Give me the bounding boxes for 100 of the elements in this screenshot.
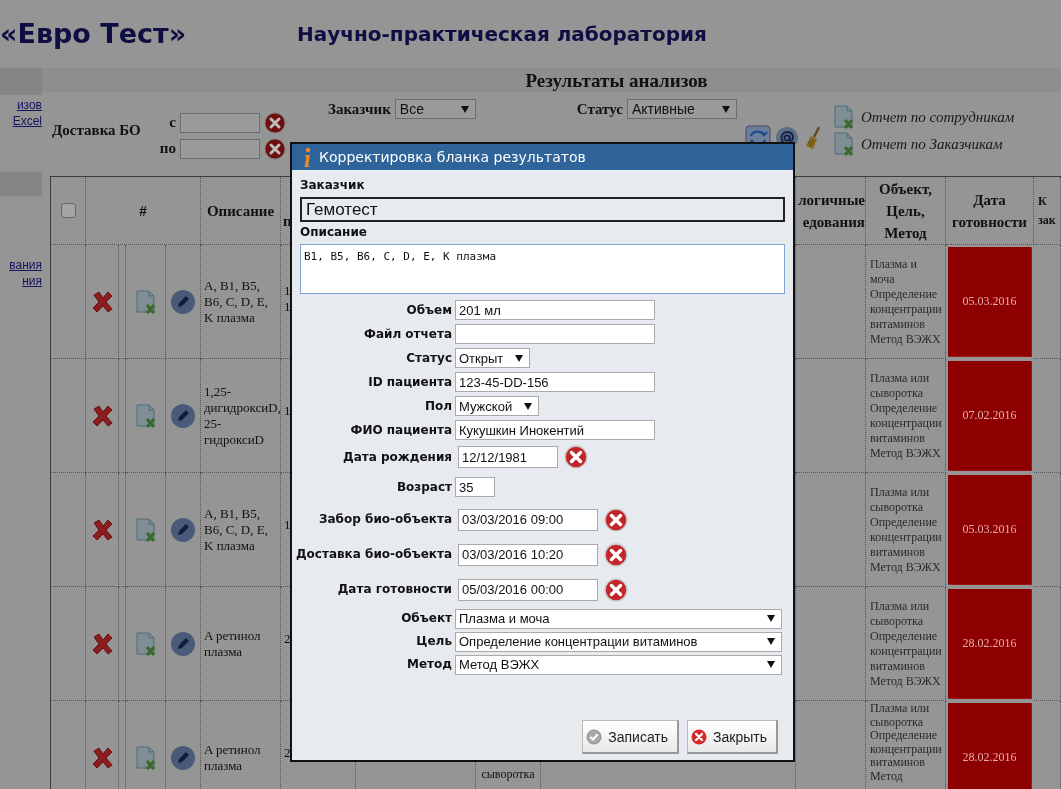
- table-cell: сыворотка: [481, 767, 535, 782]
- delete-icon[interactable]: [90, 517, 114, 542]
- clear-icon[interactable]: [264, 111, 286, 134]
- clear-icon[interactable]: [604, 577, 628, 602]
- spreadsheet-icon[interactable]: [134, 289, 157, 314]
- sidebar-link[interactable]: ния: [22, 274, 42, 289]
- input-field[interactable]: 03/03/2016 10:20: [458, 543, 598, 566]
- close-icon: [691, 728, 708, 745]
- field-label: Заказчик: [300, 178, 366, 193]
- pencil-icon[interactable]: [170, 630, 196, 657]
- spreadsheet-icon[interactable]: [134, 745, 157, 770]
- filter-label: Доставка БО: [52, 122, 142, 139]
- clear-icon[interactable]: [264, 137, 286, 160]
- field-label: ID пациента: [367, 374, 452, 391]
- description-cell-text: A ретинол плазма: [204, 627, 262, 660]
- caret-icon: [722, 105, 730, 113]
- date-cell: 05.03.2016: [948, 475, 1032, 585]
- date-cell: 28.02.2016: [948, 703, 1032, 789]
- description-cell-text: A, B1, B5, B6, C, D, E, K плазма: [204, 505, 269, 554]
- close-button[interactable]: Закрыть: [687, 720, 778, 754]
- info-icon: [302, 146, 312, 168]
- field-label: Метод: [406, 656, 452, 673]
- input-field[interactable]: Кукушкин Инокентий: [455, 420, 655, 440]
- field-label: Цель: [415, 633, 452, 650]
- caret-icon: [767, 661, 775, 668]
- delete-icon[interactable]: [90, 289, 114, 314]
- field-label: Забор био-объекта: [318, 511, 452, 528]
- table-cell: Плазма или сыворотка Определение концентрации витаминов Метод ВЭЖХ: [870, 370, 942, 461]
- field-label: Пол: [423, 398, 452, 415]
- sidebar-link[interactable]: Excel: [12, 114, 42, 129]
- table-cell: 2: [284, 631, 291, 647]
- dropdown[interactable]: Активные: [627, 99, 737, 119]
- filter-label: Статус: [576, 100, 623, 118]
- customer-field: Гемотест: [300, 197, 785, 222]
- dropdown[interactable]: Определение концентрации витаминов: [455, 631, 782, 652]
- description-cell-text: A ретинол плазма: [204, 741, 262, 774]
- description-field[interactable]: B1, B5, B6, C, D, E, K плазма: [300, 244, 785, 294]
- clear-icon[interactable]: [604, 542, 628, 567]
- caret-icon: [524, 402, 533, 410]
- date-cell: 07.02.2016: [948, 361, 1032, 471]
- input-field[interactable]: 05/03/2016 00:00: [458, 578, 598, 601]
- input-field[interactable]: 123-45-DD-156: [455, 372, 655, 392]
- field-label: Файл отчета: [363, 326, 452, 343]
- field-label: Дата готовности: [336, 581, 452, 598]
- caret-icon: [515, 354, 524, 362]
- input-field[interactable]: 201 мл: [455, 300, 655, 320]
- dropdown[interactable]: Все: [394, 99, 476, 119]
- pencil-icon[interactable]: [170, 516, 196, 543]
- spreadsheet-icon[interactable]: [833, 132, 855, 156]
- site-logo: «Евро Тест»: [0, 17, 188, 49]
- broom-icon[interactable]: [803, 125, 823, 150]
- checkbox[interactable]: [60, 203, 76, 218]
- clear-icon[interactable]: [564, 445, 588, 469]
- dropdown[interactable]: Открыт: [455, 348, 531, 368]
- table-cell: 1 1: [284, 283, 291, 315]
- field-label: ФИО пациента: [349, 422, 452, 439]
- section-title: Результаты анализов: [525, 70, 708, 91]
- spreadsheet-icon[interactable]: [134, 517, 157, 542]
- table-cell: Плазма и моча Определение концентрации витаминов Метод ВЭЖХ: [870, 256, 942, 347]
- dropdown[interactable]: Плазма и моча: [455, 608, 782, 629]
- description-cell-text: A, B1, B5, B6, C, D, E, K плазма: [204, 277, 269, 326]
- date-field[interactable]: [180, 138, 260, 159]
- check-icon: [586, 728, 603, 745]
- spreadsheet-icon[interactable]: [833, 105, 855, 129]
- input-field[interactable]: 35: [455, 477, 495, 497]
- table-cell: 1: [284, 517, 291, 533]
- table-cell: 1: [284, 403, 291, 419]
- pencil-icon[interactable]: [170, 288, 196, 315]
- report-link[interactable]: Отчет по сотрудникам: [833, 105, 1015, 129]
- column-header: К зак: [1037, 192, 1057, 229]
- input-field[interactable]: [455, 324, 655, 344]
- table-cell: Плазма или сыворотка Определение концентрации витаминов Метод ВЭЖХ: [870, 598, 942, 689]
- sidebar-link[interactable]: изов: [16, 98, 42, 113]
- filter-label: Заказчик: [328, 100, 391, 118]
- field-label: Дата рождения: [341, 449, 452, 466]
- date-field[interactable]: [180, 112, 260, 133]
- column-header: #: [139, 201, 147, 221]
- filter-label: с: [168, 114, 176, 131]
- input-field[interactable]: 12/12/1981: [458, 446, 558, 468]
- field-label: Статус: [405, 350, 452, 367]
- site-subtitle: Научно-практическая лаборатория: [297, 22, 707, 46]
- pencil-icon[interactable]: [170, 402, 196, 429]
- dropdown[interactable]: Метод ВЭЖХ: [455, 654, 782, 675]
- caret-icon: [767, 615, 775, 622]
- report-link[interactable]: Отчет по Заказчикам: [833, 132, 1015, 156]
- dropdown[interactable]: Мужской: [455, 396, 540, 416]
- input-field[interactable]: 03/03/2016 09:00: [458, 508, 598, 531]
- delete-icon[interactable]: [90, 745, 114, 770]
- date-cell: 05.03.2016: [948, 247, 1032, 357]
- filter-label: по: [158, 140, 176, 157]
- spreadsheet-icon[interactable]: [134, 403, 157, 428]
- pencil-icon[interactable]: [170, 744, 196, 771]
- delete-icon[interactable]: [90, 403, 114, 428]
- spreadsheet-icon[interactable]: [134, 631, 157, 656]
- clear-icon[interactable]: [604, 507, 628, 532]
- table-cell: Плазма или сыворотка Определение концентрации витаминов Метод ВЭЖХ: [870, 484, 942, 575]
- sidebar-link[interactable]: вания: [9, 258, 42, 273]
- save-button[interactable]: Записать: [582, 720, 680, 754]
- description-cell: 1,25-дигидроксиD, 25-гидроксиD: [204, 383, 280, 448]
- delete-icon[interactable]: [90, 631, 114, 656]
